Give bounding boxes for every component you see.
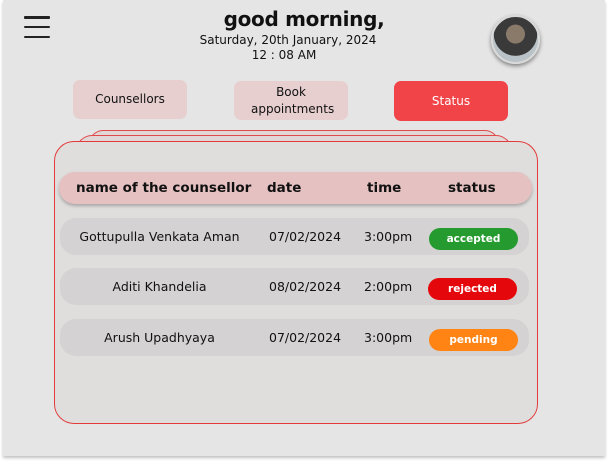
status-badge: rejected: [428, 278, 517, 300]
appointment-time: 2:00pm: [364, 279, 413, 294]
table-row[interactable]: Gottupulla Venkata Aman 07/02/2024 3:00p…: [60, 218, 529, 255]
counsellor-name: Arush Upadhyaya: [104, 330, 215, 345]
appointment-date: 07/02/2024: [269, 330, 342, 345]
appointment-time: 3:00pm: [364, 330, 413, 345]
appointment-date: 07/02/2024: [269, 229, 342, 244]
counsellors-button[interactable]: Counsellors: [73, 80, 187, 119]
header-date: date: [267, 180, 302, 196]
counsellor-name: Gottupulla Venkata Aman: [79, 229, 240, 244]
book-appointments-button[interactable]: Book appointments: [234, 81, 348, 120]
book-appointments-label: Book appointments: [251, 85, 335, 116]
counsellor-name: Aditi Khandelia: [112, 279, 207, 294]
header-status: status: [448, 180, 496, 196]
appointment-time: 3:00pm: [364, 229, 413, 244]
profile-avatar[interactable]: [491, 15, 540, 64]
current-time: 12 : 08 AM: [251, 48, 317, 62]
table-row[interactable]: Aditi Khandelia 08/02/2024 2:00pm reject…: [60, 268, 529, 305]
table-row[interactable]: Arush Upadhyaya 07/02/2024 3:00pm pendin…: [60, 319, 529, 356]
header-time: time: [367, 180, 402, 196]
appointment-date: 08/02/2024: [269, 279, 342, 294]
table-header: name of the counsellor date time status: [59, 172, 532, 204]
status-button[interactable]: Status: [394, 81, 508, 121]
status-badge: accepted: [429, 228, 518, 250]
header-counsellor-name: name of the counsellor: [76, 180, 252, 196]
status-badge: pending: [429, 329, 518, 351]
current-date: Saturday, 20th January, 2024: [199, 33, 377, 47]
